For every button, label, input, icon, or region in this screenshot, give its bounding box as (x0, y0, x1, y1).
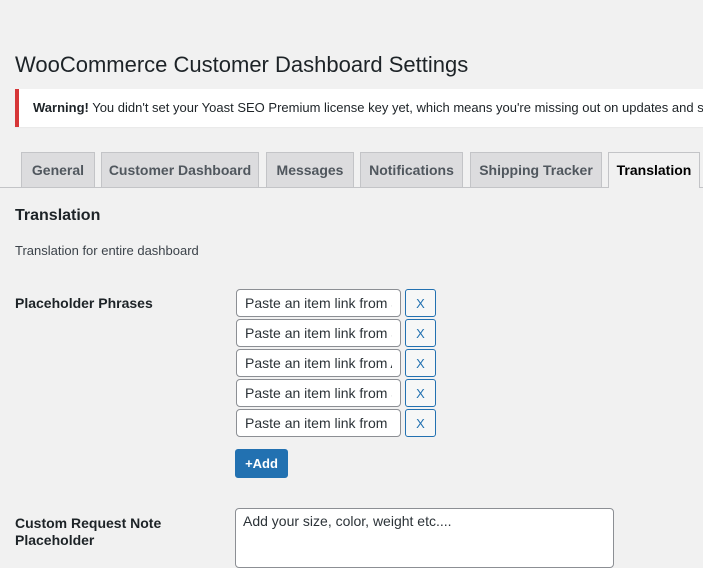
section-title: Translation (15, 207, 101, 224)
placeholder-phrase-input-2[interactable] (236, 319, 401, 347)
placeholder-phrases-label: Placeholder Phrases (15, 295, 153, 311)
tab-general[interactable]: General (21, 152, 95, 187)
tab-translation[interactable]: Translation (608, 152, 700, 188)
custom-request-note-textarea[interactable]: Add your size, color, weight etc.... (235, 508, 614, 568)
custom-request-note-label-line2: Placeholder (15, 532, 95, 548)
tab-notifications[interactable]: Notifications (360, 152, 463, 187)
add-phrase-button[interactable]: +Add (235, 449, 288, 478)
warning-notice-text: You didn't set your Yoast SEO Premium li… (88, 100, 703, 115)
custom-request-note-label-line1: Custom Request Note (15, 515, 162, 531)
remove-phrase-button-2[interactable]: X (405, 319, 436, 347)
settings-tabs: General Customer Dashboard Messages Noti… (0, 152, 703, 188)
placeholder-phrase-input-3[interactable] (236, 349, 401, 377)
warning-notice-strong: Warning! (33, 100, 89, 115)
placeholder-phrase-input-4[interactable] (236, 379, 401, 407)
remove-phrase-button-3[interactable]: X (405, 349, 436, 377)
remove-phrase-button-1[interactable]: X (405, 289, 436, 317)
tab-customer-dashboard[interactable]: Customer Dashboard (101, 152, 259, 187)
page-title: WooCommerce Customer Dashboard Settings (15, 52, 469, 77)
placeholder-phrase-input-5[interactable] (236, 409, 401, 437)
placeholder-phrase-input-1[interactable] (236, 289, 401, 317)
tab-shipping-tracker[interactable]: Shipping Tracker (470, 152, 602, 187)
remove-phrase-button-4[interactable]: X (405, 379, 436, 407)
remove-phrase-button-5[interactable]: X (405, 409, 436, 437)
section-description: Translation for entire dashboard (15, 243, 199, 258)
warning-notice: Warning! You didn't set your Yoast SEO P… (15, 89, 703, 127)
tab-messages[interactable]: Messages (266, 152, 354, 187)
